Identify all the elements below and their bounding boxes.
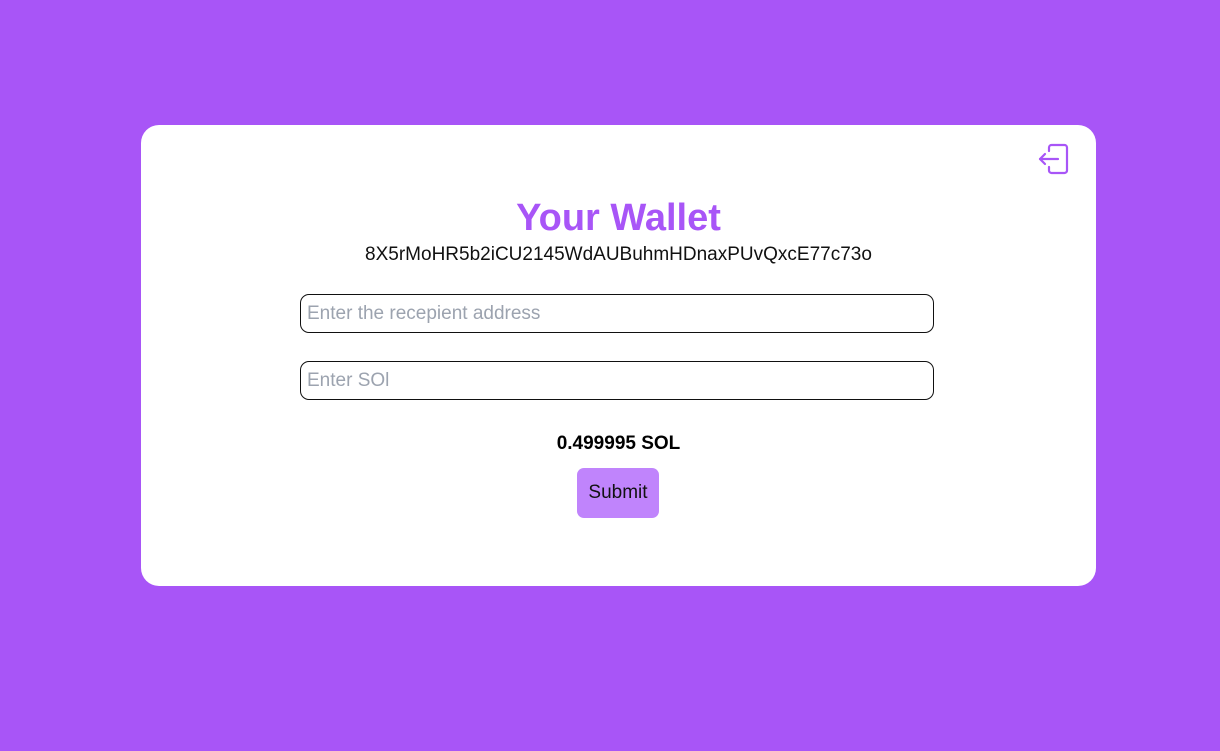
wallet-card: Your Wallet 8X5rMoHR5b2iCU2145WdAUBuhmHD… xyxy=(141,125,1096,586)
wallet-balance: 0.499995 SOL xyxy=(556,433,681,454)
recipient-address-input[interactable] xyxy=(300,294,934,333)
page-title: Your Wallet xyxy=(516,197,721,239)
logout-icon xyxy=(1037,142,1071,181)
wallet-address: 8X5rMoHR5b2iCU2145WdAUBuhmHDnaxPUvQxcE77… xyxy=(365,244,872,265)
sol-amount-input[interactable] xyxy=(300,361,934,400)
submit-button[interactable]: Submit xyxy=(577,468,659,518)
logout-button[interactable] xyxy=(1036,143,1072,179)
